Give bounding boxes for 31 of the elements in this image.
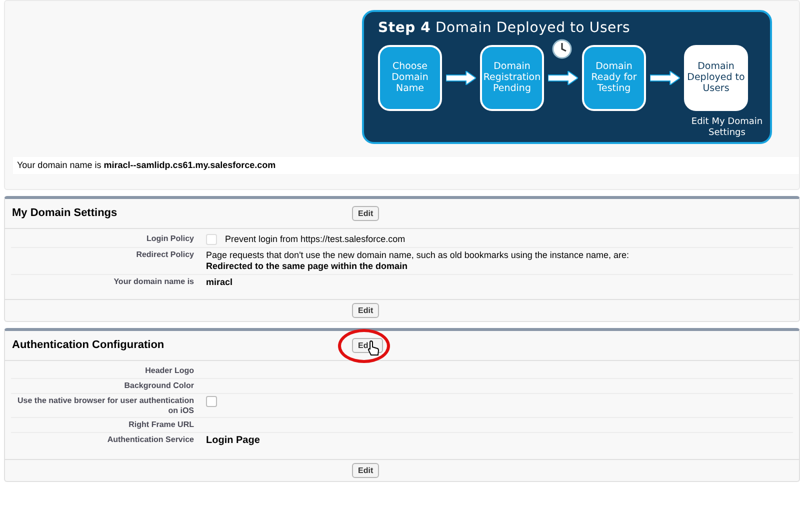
field-label: Redirect Policy <box>135 250 195 260</box>
field-label: Authentication Service <box>106 434 195 444</box>
arrow-icon <box>548 70 578 85</box>
field-note: Redirected to the same page within the domain <box>206 260 409 272</box>
edit-button[interactable]: Edit <box>352 206 380 221</box>
step-box: Domain Deployed to Users <box>684 44 748 111</box>
edit-settings-caption: Edit My Domain Settings <box>690 116 764 140</box>
field-label: Your domain name is <box>112 276 195 286</box>
field-label: Background Color <box>123 381 195 391</box>
checkbox-label: Prevent login from https://test.salesforce.com <box>225 234 406 245</box>
arrow-icon <box>650 70 680 85</box>
field-value: Page requests that don't use the new domain name, such as old bookmarks using the instance name, are: <box>206 250 630 261</box>
step-box: Domain Registration Pending <box>480 44 544 111</box>
hand-cursor-icon <box>368 340 379 356</box>
step-box: Choose Domain Name <box>378 44 442 111</box>
domain-name-text: Your domain name is miracl--samlidp.cs61.my.salesforce.com <box>13 157 799 174</box>
step-box: Domain Ready for Testing <box>582 44 646 111</box>
field-value: Login Page <box>206 434 261 447</box>
field-label: Right Frame URL <box>128 420 195 430</box>
field-label: Login Policy <box>145 234 195 244</box>
field-label: Use the native browser for user authentication on iOS <box>16 396 195 415</box>
section-title: Authentication Configuration <box>12 339 166 352</box>
edit-button[interactable]: Edit <box>352 303 380 318</box>
banner-title: Step 4 Domain Deployed to Users <box>378 20 632 37</box>
clock-icon <box>552 38 572 59</box>
arrow-icon <box>446 70 476 85</box>
edit-button[interactable]: Edit <box>352 462 380 478</box>
field-label: Header Logo <box>144 366 195 376</box>
field-value: miracl <box>206 276 234 288</box>
checkbox[interactable] <box>206 396 217 408</box>
section-title: My Domain Settings <box>12 206 118 220</box>
